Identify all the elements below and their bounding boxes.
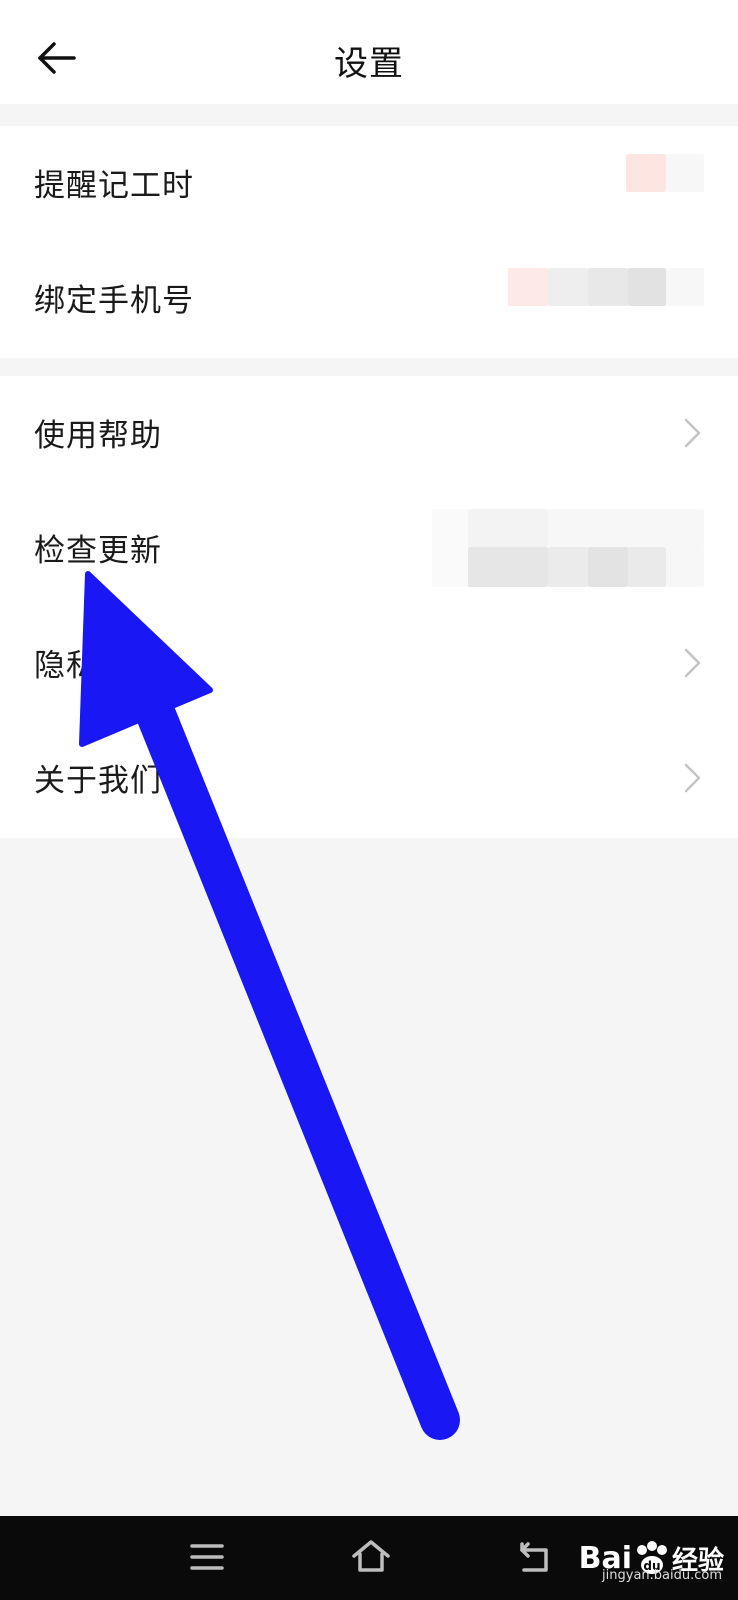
chevron-right-icon (684, 648, 701, 678)
settings-item-label: 关于我们 (34, 763, 162, 799)
menu-icon[interactable] (184, 1534, 230, 1580)
settings-item-check-update[interactable]: 检查更新 (0, 491, 738, 606)
blurred-value (628, 268, 666, 306)
settings-item-help[interactable]: 使用帮助 (0, 376, 738, 491)
settings-group-general: 使用帮助 检查更新 隐私 关于我们 (0, 376, 738, 838)
back-icon[interactable] (512, 1534, 558, 1580)
system-navigation-bar: Bai du 经验 jingyan.baidu.com (0, 1516, 738, 1600)
blurred-value (508, 268, 548, 306)
settings-item-label: 提醒记工时 (34, 168, 194, 204)
blurred-value (588, 268, 628, 306)
blurred-value (628, 547, 666, 587)
settings-item-label: 隐私 (34, 648, 98, 684)
blurred-value (666, 154, 704, 192)
settings-item-label: 使用帮助 (34, 418, 162, 454)
settings-group-account: 提醒记工时 绑定手机号 (0, 126, 738, 358)
watermark-url: jingyan.baidu.com (602, 1568, 722, 1583)
blurred-value (626, 154, 666, 192)
top-app-bar: 设置 (0, 0, 738, 104)
blurred-value (548, 268, 588, 306)
blurred-value (548, 547, 588, 587)
settings-item-about-us[interactable]: 关于我们 (0, 721, 738, 836)
blurred-value (468, 509, 548, 547)
blurred-value (432, 509, 468, 587)
blurred-value (468, 547, 548, 587)
chevron-right-icon (684, 763, 701, 793)
settings-item-bind-phone[interactable]: 绑定手机号 (0, 241, 738, 356)
settings-item-privacy[interactable]: 隐私 (0, 606, 738, 721)
blurred-value (666, 268, 704, 306)
home-icon[interactable] (348, 1534, 394, 1580)
settings-item-label: 绑定手机号 (34, 283, 194, 319)
page-title: 设置 (334, 44, 404, 84)
blurred-value (548, 509, 704, 547)
settings-item-work-hours-reminder[interactable]: 提醒记工时 (0, 126, 738, 241)
settings-item-label: 检查更新 (34, 533, 162, 569)
blurred-value (588, 547, 628, 587)
blurred-value (666, 547, 704, 587)
chevron-right-icon (684, 418, 701, 448)
